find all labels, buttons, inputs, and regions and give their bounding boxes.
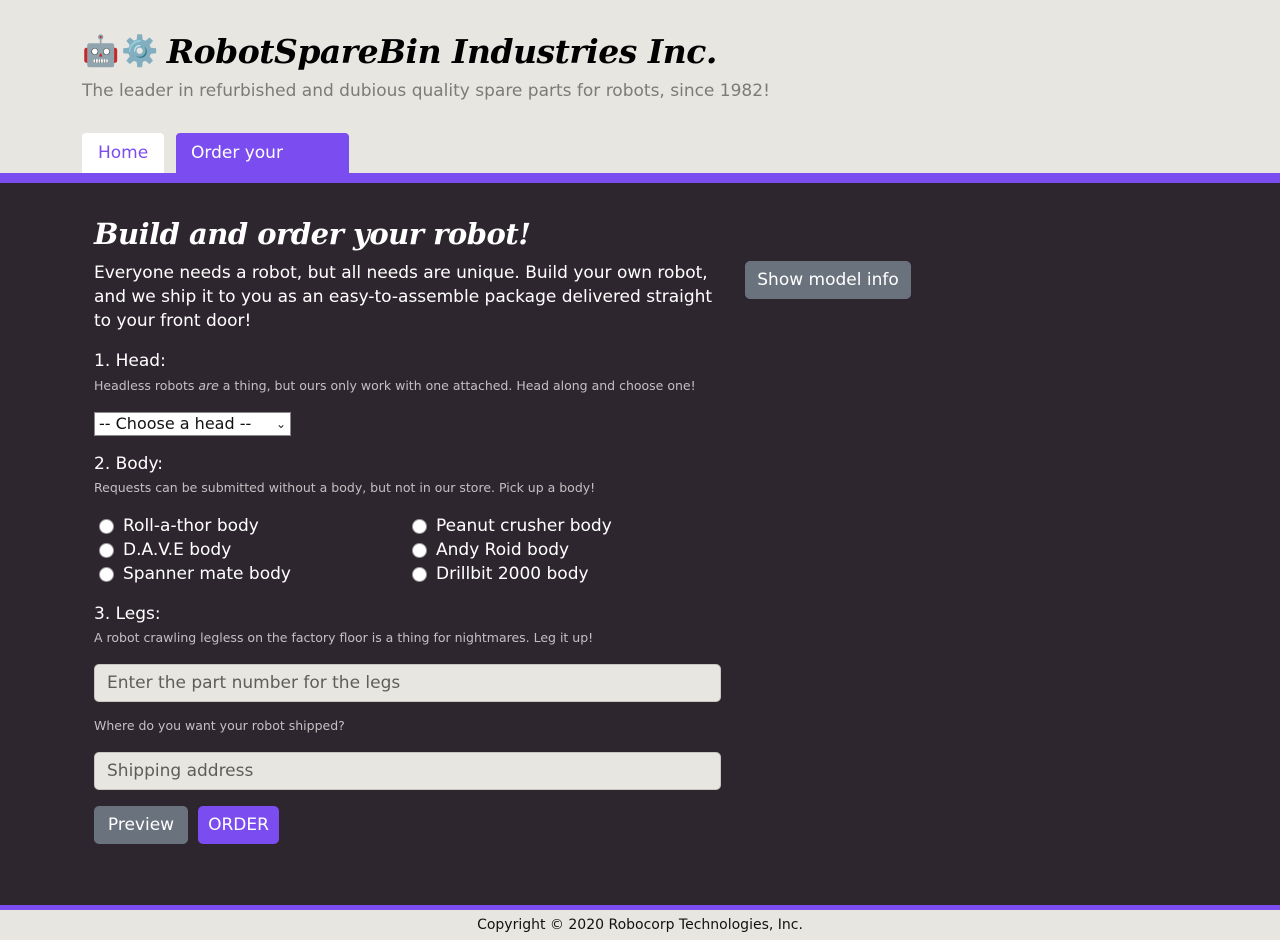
- site-header: 🤖 ⚙️ RobotSpareBin Industries Inc. The l…: [0, 0, 1280, 203]
- legs-input[interactable]: Enter the part number for the legs: [94, 664, 721, 702]
- radio-button[interactable]: [412, 566, 427, 582]
- preview-button[interactable]: Preview: [94, 806, 188, 844]
- site-title: RobotSpareBin Industries Inc.: [166, 32, 718, 71]
- body-option[interactable]: Spanner mate body: [94, 562, 291, 586]
- nav-tabs: Home Order your robot!: [82, 133, 349, 203]
- head-select-value: -- Choose a head --: [99, 414, 252, 433]
- body-option-label: Drillbit 2000 body: [436, 564, 589, 584]
- body-option[interactable]: Roll-a-thor body: [94, 514, 259, 538]
- radio-button[interactable]: [412, 542, 427, 558]
- body-label: 2. Body:: [94, 454, 164, 474]
- body-option[interactable]: Drillbit 2000 body: [407, 562, 589, 586]
- page-title: Build and order your robot!: [94, 217, 531, 251]
- robot-icon: 🤖: [82, 34, 120, 69]
- order-button[interactable]: ORDER: [198, 806, 279, 844]
- body-option[interactable]: Andy Roid body: [407, 538, 569, 562]
- legs-label: 3. Legs:: [94, 604, 161, 624]
- address-input[interactable]: Shipping address: [94, 752, 721, 790]
- body-option-label: Spanner mate body: [123, 564, 291, 584]
- radio-button[interactable]: [99, 566, 114, 582]
- show-model-info-button[interactable]: Show model info: [745, 261, 911, 299]
- head-label: 1. Head:: [94, 351, 166, 371]
- radio-button[interactable]: [412, 518, 427, 534]
- nav-divider: [0, 173, 1280, 183]
- head-help: Headless robots are a thing, but ours on…: [94, 378, 696, 393]
- tab-home[interactable]: Home: [82, 133, 164, 173]
- site-tagline: The leader in refurbished and dubious qu…: [82, 81, 770, 101]
- body-option-label: Andy Roid body: [436, 540, 570, 560]
- legs-help: A robot crawling legless on the factory …: [94, 630, 594, 645]
- tab-order-your-robot[interactable]: Order your robot!: [176, 133, 349, 203]
- radio-button[interactable]: [99, 518, 114, 534]
- intro-text: Everyone needs a robot, but all needs ar…: [94, 263, 713, 331]
- body-option-label: D.A.V.E body: [123, 540, 232, 560]
- footer: Copyright © 2020 Robocorp Technologies, …: [0, 910, 1280, 940]
- body-option-label: Peanut crusher body: [436, 516, 612, 536]
- address-help: Where do you want your robot shipped?: [94, 718, 345, 733]
- gear-icon: ⚙️: [121, 34, 159, 69]
- body-option-label: Roll-a-thor body: [123, 516, 259, 536]
- body-help: Requests can be submitted without a body…: [94, 480, 596, 495]
- radio-button[interactable]: [99, 542, 114, 558]
- body-option[interactable]: Peanut crusher body: [407, 514, 612, 538]
- chevron-down-icon: ⌄: [275, 417, 286, 431]
- body-option[interactable]: D.A.V.E body: [94, 538, 231, 562]
- head-select[interactable]: -- Choose a head -- ⌄: [94, 412, 291, 436]
- brand: 🤖 ⚙️ RobotSpareBin Industries Inc.: [82, 30, 717, 74]
